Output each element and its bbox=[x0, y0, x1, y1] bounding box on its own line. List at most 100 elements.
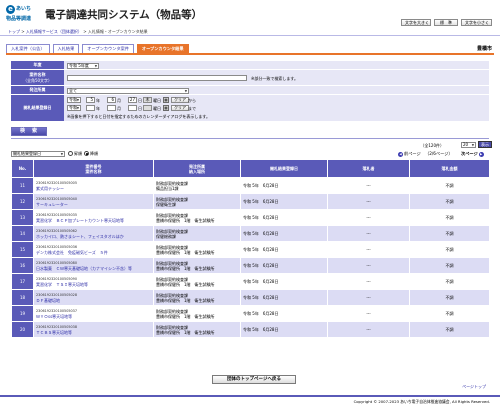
org-name: 豊橋市 bbox=[476, 46, 492, 52]
col-anken: 案件番号 案件名称 bbox=[33, 159, 154, 178]
breadcrumb-item-top[interactable]: トップ bbox=[8, 29, 20, 34]
table-row: 16 2306192320100505080 日水製薬 ＣＷ寒天基礎培地（カナマイシ… bbox=[11, 257, 490, 274]
back-to-org-top-button[interactable]: 団体のトップページへ戻る bbox=[212, 375, 296, 384]
table-row: 19 2306192320100505037 ＷＹＯss寒天培地等 財務部契約検査課豊… bbox=[11, 305, 490, 322]
tab-bid-cases[interactable]: 入札案件（公告） bbox=[6, 44, 50, 53]
dept-cell: 財務部契約検査課 豊橋市保健所 1階 衛生試験所 bbox=[153, 257, 241, 274]
to-month-input[interactable] bbox=[107, 105, 116, 111]
sort-select[interactable]: 開札結果登録日 bbox=[11, 151, 65, 157]
calendar-icon[interactable]: ▦ bbox=[163, 105, 169, 111]
tab-underline bbox=[6, 53, 494, 55]
header: e あいち 物品等調達 電子調達共同システム（物品等） 文字を大きく 標 準 文… bbox=[0, 0, 500, 26]
from-day-input[interactable]: 27 bbox=[128, 97, 137, 103]
row-no: 19 bbox=[11, 305, 34, 322]
anken-cell: 2306192320100505062 ホッカイロ、熱さまシート、フェイスタオルほ… bbox=[33, 225, 154, 242]
logo[interactable]: e あいち 物品等調達 bbox=[6, 5, 42, 22]
sort-desc-radio[interactable] bbox=[84, 151, 89, 156]
table-row: 17 2306192320100505090 実習化学 ＴＳＩ寒天培地等 財務部契約検… bbox=[11, 273, 490, 290]
anken-name-link[interactable]: 実習化学 ＢＣＰ加プレートカウント寒天培地等 bbox=[36, 218, 153, 223]
amount: 不調 bbox=[409, 193, 490, 210]
from-clear-button[interactable]: クリア bbox=[171, 97, 189, 103]
result-count: （全120件） bbox=[420, 143, 444, 148]
winner: --- bbox=[327, 193, 410, 210]
anken-name-link[interactable]: ＤＦ基礎培地 bbox=[36, 298, 153, 303]
tab-open-counter-cases[interactable]: オープンカウンタ案件 bbox=[82, 44, 134, 53]
to-year-input[interactable] bbox=[86, 105, 95, 111]
table-row: 14 2306192320100505062 ホッカイロ、熱さまシート、フェイスタオ… bbox=[11, 225, 490, 242]
row-no: 17 bbox=[11, 273, 34, 290]
tab-bid-results[interactable]: 入札結果 bbox=[52, 44, 80, 53]
next-page-link[interactable]: 次ページ ▶ bbox=[461, 151, 484, 157]
dept-select[interactable]: 全て bbox=[67, 87, 189, 94]
prev-arrow-icon: ◀ bbox=[398, 151, 403, 157]
font-small-button[interactable]: 文字を小さく bbox=[461, 19, 492, 26]
winner: --- bbox=[327, 225, 410, 242]
to-day-input[interactable] bbox=[128, 105, 137, 111]
result-date: 令和 5年 6月28日 bbox=[240, 289, 328, 306]
sort-asc-label: 昇順 bbox=[74, 151, 82, 156]
anken-name-link[interactable]: デンカ株式会社 免疫磁気ビーズ ５件 bbox=[36, 250, 153, 255]
amount: 不調 bbox=[409, 241, 490, 258]
delivery-place: 豊橋市保健所 1階 衛生試験所 bbox=[156, 281, 215, 287]
date-note: ※画像を押下すると日付を指定するためのカレンダーダイアログを表示します。 bbox=[67, 114, 210, 119]
to-clear-button[interactable]: クリア bbox=[171, 105, 189, 111]
page-top-link[interactable]: ページトップ bbox=[462, 384, 486, 390]
fiscal-year-select[interactable]: 令和 5年度 bbox=[67, 62, 99, 69]
case-name-label: 案件名称 （全角50文字） bbox=[11, 70, 64, 86]
breadcrumb-sep: > bbox=[83, 29, 87, 34]
result-date: 令和 5年 6月28日 bbox=[240, 305, 328, 322]
row-no: 13 bbox=[11, 209, 34, 226]
search-button[interactable]: 検 索 bbox=[11, 127, 47, 136]
sort-asc-radio[interactable] bbox=[68, 151, 73, 156]
from-year-input[interactable]: 5 bbox=[86, 97, 95, 103]
col-winner: 落札者 bbox=[327, 159, 410, 178]
anken-name-link[interactable]: 紫式用テッシー bbox=[36, 186, 153, 191]
amount: 不調 bbox=[409, 289, 490, 306]
case-name-input[interactable] bbox=[67, 74, 247, 81]
col-date: 開札結果登録日 bbox=[240, 159, 328, 178]
anken-name-link[interactable]: ＴＣＢＳ寒天培地等 bbox=[36, 330, 153, 335]
anken-name-link[interactable]: ホッカイロ、熱さまシート、フェイスタオルほか bbox=[36, 234, 153, 239]
anken-name-link[interactable]: 日水製薬 ＣＷ寒天基礎培地（カナマイシン不含）等 bbox=[36, 266, 153, 271]
from-month-input[interactable]: 6 bbox=[107, 97, 116, 103]
amount: 不調 bbox=[409, 209, 490, 226]
from-era-select[interactable]: 令和 bbox=[67, 97, 81, 103]
row-no: 12 bbox=[11, 193, 34, 210]
date-label: 開札結果登録日 bbox=[11, 95, 64, 122]
winner: --- bbox=[327, 289, 410, 306]
delivery-place: 豊橋市保健所 1階 衛生試験所 bbox=[156, 249, 215, 255]
anken-name-link[interactable]: 実習化学 ＴＳＩ寒天培地等 bbox=[36, 282, 153, 287]
to-era-select[interactable]: 令和 bbox=[67, 105, 81, 111]
amount: 不調 bbox=[409, 257, 490, 274]
row-no: 11 bbox=[11, 177, 34, 194]
dept-cell: 財務部契約検査課 備品担当1課 bbox=[153, 177, 241, 194]
per-page-go-button[interactable]: 表示 bbox=[478, 141, 492, 148]
breadcrumb-item-select[interactable]: 入札情報サービス（団体選択） bbox=[26, 29, 82, 34]
table-row: 20 2306192320100505038 ＴＣＢＳ寒天培地等 財務部契約検査課 豊橋… bbox=[11, 321, 490, 338]
col-dept: 発注所属 納入場所 bbox=[153, 159, 241, 178]
dept-cell: 財務部契約検査課 保健総務課 bbox=[153, 225, 241, 242]
row-no: 18 bbox=[11, 289, 34, 306]
dept-cell: 財務部契約検査課 豊橋市保健所 1階 衛生試験所 bbox=[153, 321, 241, 338]
delivery-place: 豊橋市保健所 1階 衛生試験所 bbox=[156, 329, 215, 335]
per-page-select[interactable]: 20 bbox=[461, 142, 476, 148]
table-row: 11 2306192320100505005 紫式用テッシー 財務部契約検査課 備品担当… bbox=[11, 177, 490, 194]
anken-name-link[interactable]: サーキュレーター bbox=[36, 202, 153, 207]
fiscal-year-label: 年度 bbox=[11, 61, 64, 70]
anken-cell: 2306192320100505035 実習化学 ＢＣＰ加プレートカウント寒天培地… bbox=[33, 209, 154, 226]
winner: --- bbox=[327, 209, 410, 226]
font-large-button[interactable]: 文字を大きく bbox=[401, 19, 431, 26]
anken-cell: 2306192320100505080 日水製薬 ＣＷ寒天基礎培地（カナマイシン不… bbox=[33, 257, 154, 274]
anken-name-link[interactable]: ＷＹＯss寒天培地等 bbox=[36, 314, 153, 319]
logo-mark-icon: e bbox=[6, 5, 15, 14]
calendar-icon[interactable]: ▦ bbox=[163, 97, 169, 103]
breadcrumb-sep: > bbox=[21, 29, 25, 34]
font-standard-button[interactable]: 標 準 bbox=[434, 19, 458, 26]
sort-desc-label: 降順 bbox=[90, 151, 98, 156]
results-table: No. 案件番号 案件名称 発注所属 納入場所 開札結果登録日 落札者 落札金額… bbox=[11, 159, 490, 338]
anken-cell: 2306192320100505005 紫式用テッシー bbox=[33, 177, 154, 194]
prev-page-link[interactable]: ◀ 前ページ bbox=[398, 151, 421, 157]
tab-open-counter-results[interactable]: オープンカウンタ結果 bbox=[136, 44, 189, 53]
breadcrumb-item-current: 入札情報・オープンカウンタ結果 bbox=[87, 29, 148, 34]
next-arrow-icon: ▶ bbox=[478, 151, 484, 157]
